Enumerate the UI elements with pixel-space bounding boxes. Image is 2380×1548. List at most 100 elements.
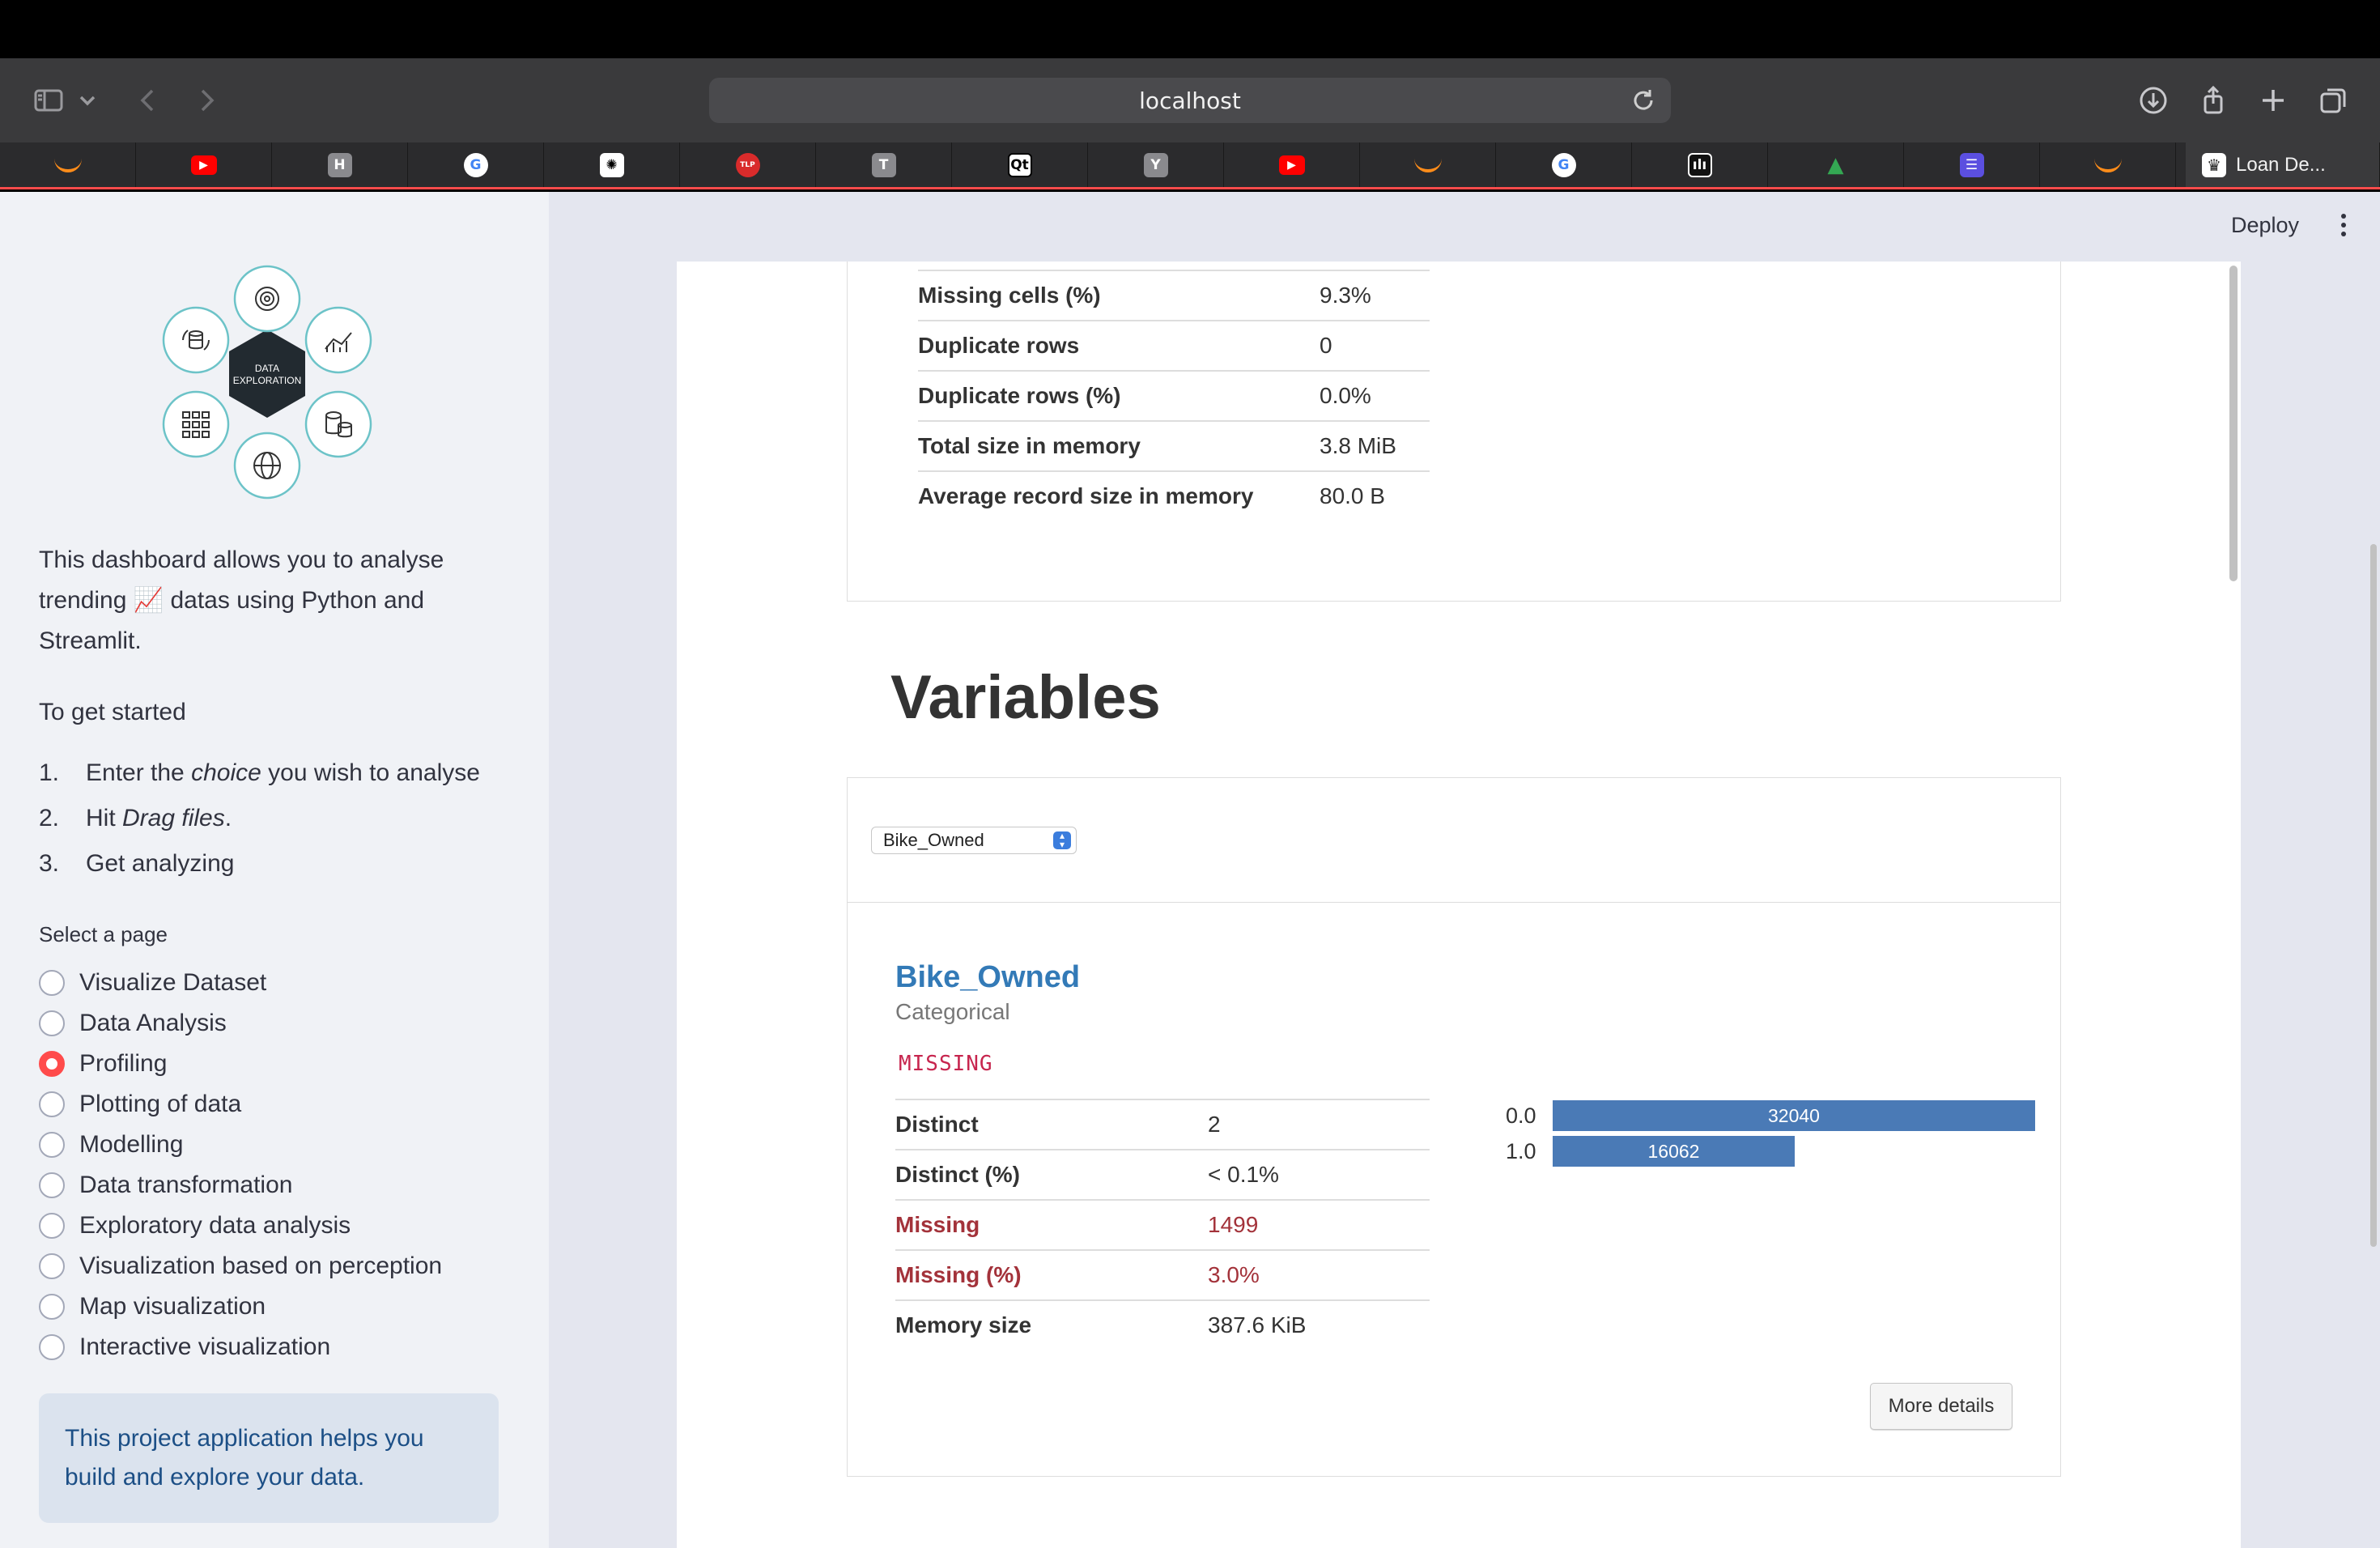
tab-15[interactable] [2040,142,2176,187]
qt-icon: Qt [1007,152,1032,177]
step-item: 1. Enter the choice you wish to analyse [39,751,480,796]
radio-label: Visualize Dataset [79,969,267,996]
radio-circle-icon[interactable] [39,1091,65,1117]
tab-6[interactable]: T [816,142,952,187]
t-icon: T [871,152,896,177]
row-key: Missing (%) [895,1262,1022,1287]
tab-14[interactable]: ☰ [1904,142,2040,187]
report-scrollbar[interactable] [2229,266,2238,581]
variable-select[interactable]: Bike_Owned ▴ ▾ [871,827,1077,854]
h-icon: H [327,152,352,177]
tab-active[interactable]: ♛ Loan De... [2186,142,2380,187]
info-box: This project application helps you build… [39,1393,499,1523]
browser-toolbar: localhost [0,58,2380,142]
tab-13[interactable]: ▲ [1768,142,1904,187]
radio-circle-icon[interactable] [39,1294,65,1320]
page-radio-modelling[interactable]: Modelling [39,1125,442,1165]
select-page-label: Select a page [39,922,168,946]
radio-label: Data Analysis [79,1010,227,1036]
tab-title: Loan De... [2236,153,2326,176]
variable-name[interactable]: Bike_Owned [895,960,1080,995]
radio-label: Interactive visualization [79,1333,331,1360]
forward-icon[interactable] [181,76,230,125]
page-radio-map-visualization[interactable]: Map visualization [39,1286,442,1327]
step-number: 2. [39,805,60,831]
table-row: Missing 1499 [895,1199,1430,1249]
step-number: 3. [39,850,60,877]
tab-0[interactable] [0,142,136,187]
page-radio-data-analysis[interactable]: Data Analysis [39,1003,442,1044]
step-item: 2. Hit Drag files. [39,796,480,841]
bar-1.0: 16062 [1553,1136,1795,1167]
table-row: Distinct 2 [895,1099,1430,1149]
radio-label: Data transformation [79,1172,293,1198]
tab-7[interactable]: Qt [952,142,1088,187]
main-menu-icon[interactable] [2331,211,2356,240]
page-radio-data-transformation[interactable]: Data transformation [39,1165,442,1206]
radio-circle-icon[interactable] [39,1010,65,1036]
sidebar-toggle-icon[interactable] [24,76,73,125]
tab-10[interactable] [1360,142,1496,187]
page-radio-interactive-visualization[interactable]: Interactive visualization [39,1327,442,1367]
deploy-button[interactable]: Deploy [2231,213,2299,238]
page-radio-exploratory-data-analysis[interactable]: Exploratory data analysis [39,1206,442,1246]
radio-circle-icon[interactable] [39,1132,65,1158]
missing-badge: MISSING [899,1052,993,1076]
streamlit-icon [53,158,82,172]
youtube-icon: ▶ [190,155,217,175]
tab-overview-icon[interactable] [2309,76,2357,125]
row-value: 2 [1208,1112,1221,1137]
tab-12[interactable]: ılı [1632,142,1768,187]
tab-3[interactable]: G [408,142,544,187]
table-row: Missing cells (%) 9.3% [918,270,1430,320]
step-text: Enter the choice you wish to analyse [86,759,480,786]
get-started-text: To get started [39,699,186,725]
row-value: 3.0% [1208,1262,1260,1287]
table-row: Duplicate rows 0 [918,320,1430,370]
google-icon: G [463,152,488,177]
page-radio-visualization-based-on-perception[interactable]: Visualization based on perception [39,1246,442,1286]
table-row: Missing (%) 3.0% [895,1249,1430,1299]
address-bar[interactable]: localhost [709,78,1671,123]
tab-8[interactable]: Y [1088,142,1224,187]
tab-1[interactable]: ▶ [136,142,272,187]
downloads-icon[interactable] [2129,76,2178,125]
table-row: Memory size 387.6 KiB [895,1299,1430,1350]
radio-circle-icon[interactable] [39,1213,65,1239]
step-text: Get analyzing [86,850,235,877]
page-scrollbar[interactable] [2370,544,2377,1247]
tab-4[interactable]: ✺ [544,142,680,187]
row-value: 387.6 KiB [1208,1312,1307,1337]
radio-circle-icon[interactable] [39,1172,65,1198]
share-icon[interactable] [2189,76,2238,125]
radio-label: Map visualization [79,1293,266,1320]
info-line-2: build and explore your data. [65,1464,365,1491]
tab-9[interactable]: ▶ [1224,142,1360,187]
radio-circle-icon[interactable] [39,1051,65,1077]
sidebar: DATA EXPLORATION This dashboard allows y… [0,192,549,1548]
reload-icon[interactable] [1629,86,1658,115]
chatgpt-icon: ✺ [599,152,624,177]
page-radio-profiling[interactable]: Profiling [39,1044,442,1084]
radio-circle-icon[interactable] [39,1334,65,1360]
page-radio-visualize-dataset[interactable]: Visualize Dataset [39,963,442,1003]
table-row: Duplicate rows (%) 0.0% [918,370,1430,420]
step-item: 3. Get analyzing [39,841,480,887]
page-radio-plotting-of-data[interactable]: Plotting of data [39,1084,442,1125]
more-details-button[interactable]: More details [1870,1383,2012,1430]
y-icon: Y [1143,152,1168,177]
tab-5[interactable]: TLP [680,142,816,187]
radio-label: Plotting of data [79,1091,242,1117]
crown-icon: ♛ [2202,152,2226,177]
tab-2[interactable]: H [272,142,408,187]
tab-11[interactable]: G [1496,142,1632,187]
variable-select-value: Bike_Owned [883,830,984,850]
row-value: < 0.1% [1208,1162,1279,1187]
new-tab-icon[interactable] [2249,76,2297,125]
row-key: Duplicate rows [918,333,1080,358]
radio-circle-icon[interactable] [39,1253,65,1279]
back-icon[interactable] [125,76,173,125]
select-arrows-icon: ▴ ▾ [1053,831,1071,849]
chevron-down-icon[interactable] [71,76,104,125]
radio-circle-icon[interactable] [39,970,65,996]
